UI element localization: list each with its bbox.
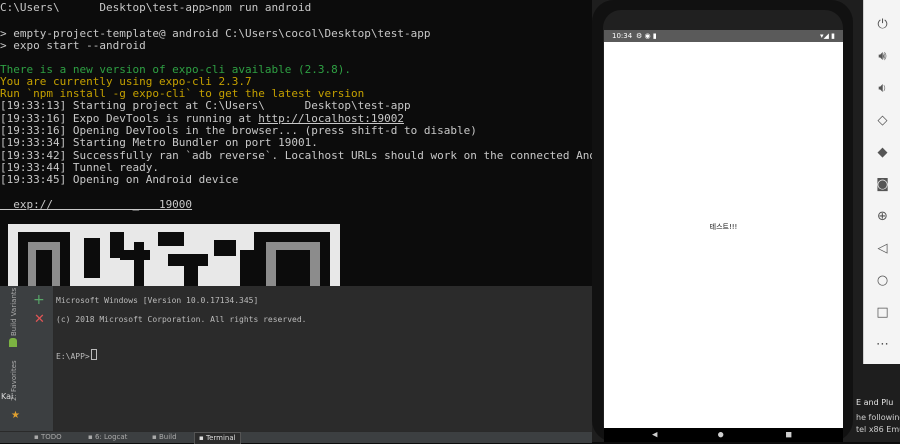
terminal-line: [19:33:34] Starting Metro Bundler on por… bbox=[0, 136, 318, 149]
back-icon[interactable]: ◀ bbox=[652, 431, 657, 440]
tab-build[interactable]: ▪ Build bbox=[152, 432, 177, 443]
prompt-text: E:\APP> bbox=[56, 352, 90, 361]
home-icon[interactable]: ● bbox=[718, 431, 723, 440]
camera-icon[interactable]: ◙ bbox=[864, 170, 900, 198]
more-icon[interactable]: ⋯ bbox=[864, 330, 900, 358]
terminal-line: > expo start --android bbox=[0, 39, 146, 52]
tab-todo[interactable]: ▪ TODO bbox=[34, 432, 62, 443]
overview-icon[interactable]: ■ bbox=[786, 431, 791, 440]
tab-terminal[interactable]: ▪ Terminal bbox=[194, 432, 241, 444]
terminal-line: C:\Users\ Desktop\test-app>npm run andro… bbox=[0, 1, 312, 14]
status-time: 10:34 bbox=[612, 32, 633, 40]
tab-label: Terminal bbox=[205, 434, 236, 442]
rotate-left-icon[interactable]: ◇ bbox=[864, 106, 900, 134]
add-icon[interactable]: + bbox=[33, 293, 45, 307]
terminal-line: (c) 2018 Microsoft Corporation. All righ… bbox=[56, 315, 307, 324]
app-screen[interactable] bbox=[604, 42, 843, 428]
rotate-right-icon[interactable]: ◆ bbox=[864, 138, 900, 166]
back-icon[interactable]: ◁ bbox=[864, 234, 900, 262]
ide-terminal-output[interactable]: Microsoft Windows [Version 10.0.17134.34… bbox=[54, 286, 592, 431]
background-window-peek: E and Plu he following tel x86 Emu bbox=[853, 388, 900, 442]
terminal-line: [19:33:13] Starting project at C:\Users\… bbox=[0, 99, 411, 112]
build-variants-tab[interactable]: Build Variants bbox=[10, 288, 18, 336]
ide-terminal-panel: Build Variants 2: Favorites ★ + ✕ Micros… bbox=[0, 286, 592, 444]
qr-code bbox=[8, 224, 340, 286]
ide-left-strip: Build Variants 2: Favorites ★ bbox=[0, 286, 28, 431]
overview-icon[interactable]: □ bbox=[864, 298, 900, 326]
tab-logcat[interactable]: ▪ 6: Logcat bbox=[88, 432, 127, 443]
tab-label: Build bbox=[158, 433, 177, 441]
app-text: 테스트!!! bbox=[709, 223, 738, 231]
power-icon[interactable]: ⏻ bbox=[864, 10, 900, 38]
terminal-line: [19:33:45] Opening on Android device bbox=[0, 173, 239, 186]
stray-text: Kai bbox=[1, 392, 14, 401]
terminal-line: Microsoft Windows [Version 10.0.17134.34… bbox=[56, 296, 259, 305]
text-cursor bbox=[90, 349, 97, 360]
tab-label: 6: Logcat bbox=[94, 433, 128, 441]
android-nav-bar: ◀ ● ■ bbox=[604, 428, 843, 442]
android-icon bbox=[9, 338, 17, 347]
volume-up-icon[interactable]: 🔊︎ bbox=[864, 42, 900, 70]
status-icons-left: ⚙ ◉ ▮ bbox=[636, 32, 657, 40]
close-icon[interactable]: ✕ bbox=[34, 313, 45, 327]
android-status-bar: 10:34 ⚙ ◉ ▮ ▾◢ ▮ bbox=[604, 30, 843, 42]
emulator-toolbar: ⏻ 🔊︎ 🔉︎ ◇ ◆ ◙ ⊕ ◁ ○ □ ⋯ bbox=[863, 0, 900, 364]
peek-line: he following bbox=[856, 413, 900, 422]
volume-down-icon[interactable]: 🔉︎ bbox=[864, 74, 900, 102]
command-prompt-window[interactable]: C:\Users\ Desktop\test-app>npm run andro… bbox=[0, 0, 592, 286]
peek-line: tel x86 Emu bbox=[856, 425, 900, 434]
star-icon: ★ bbox=[11, 410, 20, 421]
peek-line: E and Plu bbox=[856, 398, 894, 407]
tab-label: TODO bbox=[40, 433, 62, 441]
terminal-prompt: E:\APP> bbox=[56, 349, 97, 362]
zoom-icon[interactable]: ⊕ bbox=[864, 202, 900, 230]
status-icons-right: ▾◢ ▮ bbox=[820, 32, 835, 40]
home-icon[interactable]: ○ bbox=[864, 266, 900, 294]
ide-terminal-toolbar: + ✕ bbox=[27, 286, 54, 431]
ide-bottom-tabs: ▪ TODO ▪ 6: Logcat ▪ Build ▪ Terminal bbox=[0, 431, 592, 444]
expo-url-line: exp:// _ 19000 bbox=[0, 198, 193, 211]
